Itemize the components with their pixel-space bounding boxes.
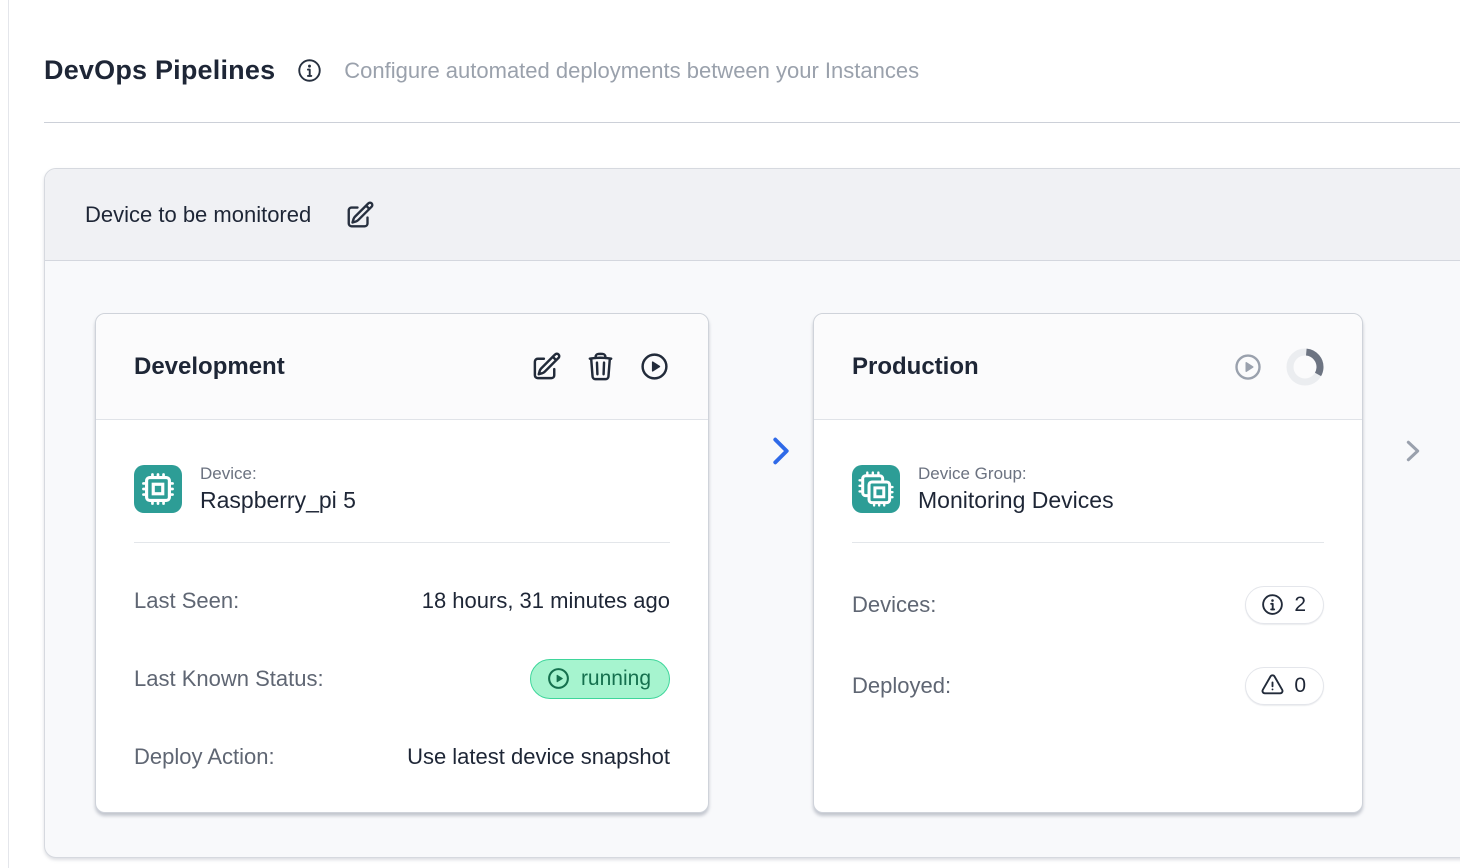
- last-seen-label: Last Seen:: [134, 588, 239, 614]
- device-name: Raspberry_pi 5: [200, 487, 356, 514]
- header-divider: [44, 122, 1460, 123]
- production-card-actions: [1233, 348, 1324, 386]
- development-card-actions: [531, 351, 670, 382]
- status-badge-label: running: [581, 667, 651, 691]
- devices-count: 2: [1294, 593, 1306, 617]
- deployed-count-badge[interactable]: 0: [1245, 667, 1324, 705]
- devices-count-badge[interactable]: 2: [1245, 586, 1324, 624]
- deploy-action-row: Deploy Action: Use latest device snapsho…: [134, 742, 670, 772]
- pipeline-arrow-icon: [767, 435, 795, 467]
- last-known-status-row: Last Known Status: running: [134, 659, 670, 699]
- device-group-name: Monitoring Devices: [918, 487, 1114, 514]
- development-card-title: Development: [134, 353, 531, 381]
- play-circle-icon[interactable]: [639, 351, 670, 382]
- production-card-body: Device Group: Monitoring Devices Devices…: [814, 464, 1362, 705]
- page-subtitle: Configure automated deployments between …: [344, 58, 919, 84]
- card-body-divider: [134, 542, 670, 543]
- device-info: Device: Raspberry_pi 5: [200, 464, 356, 514]
- play-circle-icon[interactable]: [1233, 352, 1263, 382]
- deployed-count: 0: [1294, 674, 1306, 698]
- deployed-label: Deployed:: [852, 673, 951, 699]
- edit-pencil-square-icon[interactable]: [345, 200, 375, 230]
- device-group-avatar: [852, 465, 900, 513]
- device-group-row: Device Group: Monitoring Devices: [852, 464, 1324, 514]
- production-card-title: Production: [852, 353, 1233, 381]
- devices-row: Devices: 2: [852, 586, 1324, 624]
- status-badge: running: [530, 659, 670, 699]
- pipeline-panel-header: Device to be monitored: [45, 169, 1460, 261]
- production-card: Production: [813, 313, 1363, 813]
- device-avatar: [134, 465, 182, 513]
- deployed-row: Deployed: 0: [852, 667, 1324, 705]
- card-body-divider: [852, 542, 1324, 543]
- trash-icon[interactable]: [585, 351, 616, 382]
- development-card: Development: [95, 313, 709, 813]
- development-card-header: Development: [96, 314, 708, 420]
- page-title: DevOps Pipelines: [44, 55, 275, 86]
- deploy-action-value: Use latest device snapshot: [407, 744, 670, 770]
- production-card-header: Production: [814, 314, 1362, 420]
- device-row: Device: Raspberry_pi 5: [134, 464, 670, 514]
- device-group-label: Device Group:: [918, 464, 1114, 484]
- warning-triangle-icon: [1260, 673, 1285, 698]
- last-seen-value: 18 hours, 31 minutes ago: [422, 588, 670, 614]
- device-group-info: Device Group: Monitoring Devices: [918, 464, 1114, 514]
- edit-pencil-square-icon[interactable]: [531, 351, 562, 382]
- pipeline-panel-body: Development: [45, 261, 1460, 858]
- panel-title: Device to be monitored: [85, 202, 311, 228]
- development-card-body: Device: Raspberry_pi 5 Last Seen: 18 hou…: [96, 464, 708, 772]
- info-icon[interactable]: [296, 57, 323, 84]
- devices-label: Devices:: [852, 592, 936, 618]
- pipeline-panel: Device to be monitored Development: [44, 168, 1460, 858]
- cpu-chip-icon: [139, 470, 177, 508]
- page-header: DevOps Pipelines Configure automated dep…: [44, 55, 1460, 86]
- play-circle-icon: [546, 666, 571, 691]
- last-seen-row: Last Seen: 18 hours, 31 minutes ago: [134, 586, 670, 616]
- last-known-status-label: Last Known Status:: [134, 666, 324, 692]
- device-label: Device:: [200, 464, 356, 484]
- content-left-divider: [8, 0, 9, 868]
- info-circle-icon: [1260, 592, 1285, 617]
- deploy-action-label: Deploy Action:: [134, 744, 275, 770]
- spinner-icon: [1286, 348, 1324, 386]
- chevron-right-icon[interactable]: [1399, 437, 1427, 465]
- cpu-chip-group-icon: [857, 470, 895, 508]
